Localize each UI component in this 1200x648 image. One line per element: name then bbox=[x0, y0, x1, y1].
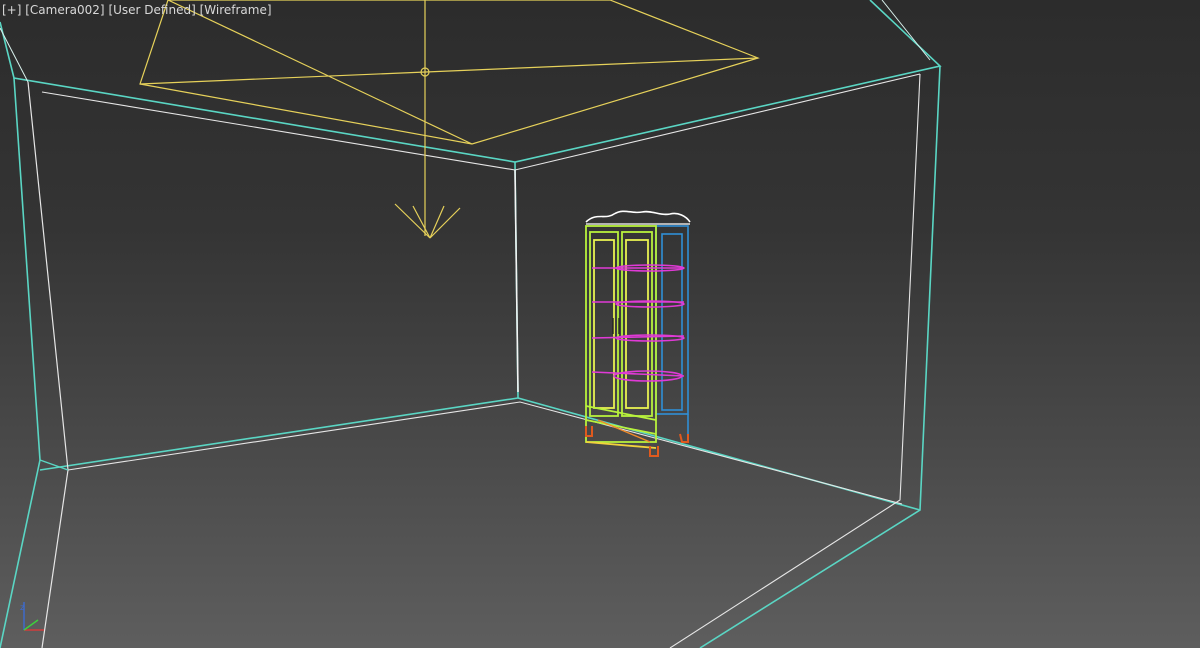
viewport-camera-button[interactable]: [Camera002] bbox=[25, 3, 104, 17]
axis-tripod-icon: z bbox=[20, 602, 44, 631]
room-wireframe[interactable] bbox=[0, 0, 942, 648]
viewport-camera002[interactable]: [+] [Camera002] [User Defined] [Wirefram… bbox=[0, 0, 1200, 648]
viewport-shading-preset-button[interactable]: [User Defined] bbox=[108, 3, 195, 17]
viewport-display-mode-button[interactable]: [Wireframe] bbox=[200, 3, 272, 17]
display-cabinet[interactable] bbox=[585, 210, 691, 457]
scene-wireframe[interactable] bbox=[0, 0, 1200, 648]
svg-text:z: z bbox=[20, 603, 24, 612]
viewport-menu-button[interactable]: [+] bbox=[2, 3, 21, 17]
area-light[interactable] bbox=[139, 0, 760, 239]
viewport-label: [+] [Camera002] [User Defined] [Wirefram… bbox=[2, 3, 272, 17]
